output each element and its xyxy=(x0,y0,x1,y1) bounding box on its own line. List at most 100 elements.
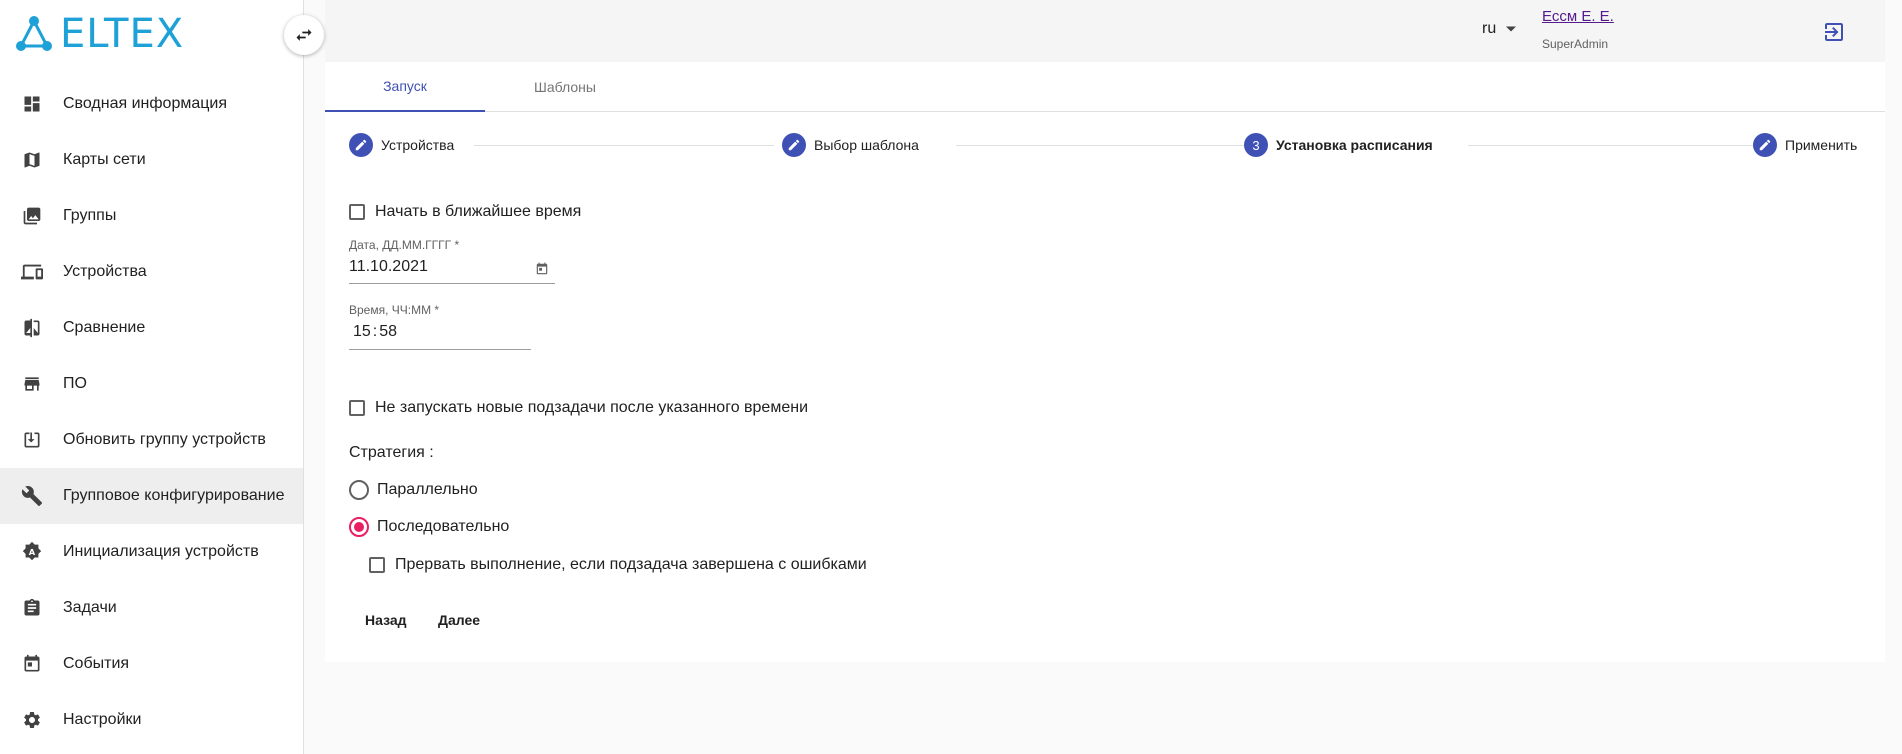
sidebar-item-label: Сводная информация xyxy=(63,95,227,112)
underline xyxy=(349,283,555,284)
checkbox-label: Прервать выполнение, если подзадача заве… xyxy=(395,556,867,573)
date-value[interactable]: 11.10.2021 xyxy=(349,258,555,276)
checkbox-label: Начать в ближайшее время xyxy=(375,203,582,220)
top-header: ru Ессм Е. Е. SuperAdmin xyxy=(325,0,1885,62)
wrench-icon xyxy=(20,484,44,508)
gear-icon xyxy=(20,708,44,732)
radio-label: Последовательно xyxy=(377,518,510,535)
checkbox-label: Не запускать новые подзадачи после указа… xyxy=(375,399,808,416)
edit-icon xyxy=(349,133,373,157)
sidebar-item-settings[interactable]: Настройки xyxy=(0,692,303,748)
step-devices[interactable]: Устройства xyxy=(349,133,455,157)
caret-down-icon xyxy=(1506,26,1517,32)
tab-bar: Запуск Шаблоны xyxy=(325,62,1885,112)
radio-circle-checked[interactable] xyxy=(349,517,369,537)
time-hours[interactable]: 15 xyxy=(353,323,371,340)
date-field[interactable]: Дата, ДД.ММ.ГГГГ * 11.10.2021 xyxy=(349,238,555,284)
sidebar-item-summary[interactable]: Сводная информация xyxy=(0,76,303,132)
sidebar-item-label: Сравнение xyxy=(63,319,146,336)
map-icon xyxy=(20,148,44,172)
download-box-icon xyxy=(20,428,44,452)
stepper: Устройства Выбор шаблона 3 Установка рас… xyxy=(349,133,1867,159)
event-icon xyxy=(20,652,44,676)
step-number: 3 xyxy=(1244,133,1268,157)
sidebar-item-label: Групповое конфигурирование xyxy=(63,487,285,504)
auto-badge-icon: A xyxy=(20,540,44,564)
sidebar-item-devices[interactable]: Устройства xyxy=(0,244,303,300)
brand-name: ELTEX xyxy=(60,11,185,57)
sidebar-item-label: Задачи xyxy=(63,599,117,616)
no-new-subtasks-checkbox[interactable]: Не запускать новые подзадачи после указа… xyxy=(349,399,808,417)
tab-launch[interactable]: Запуск xyxy=(325,62,485,112)
sidebar-item-tasks[interactable]: Задачи xyxy=(0,580,303,636)
stepper-connector xyxy=(474,145,774,146)
step-label: Установка расписания xyxy=(1276,137,1433,153)
time-minutes[interactable]: 58 xyxy=(379,323,397,340)
checkbox-box[interactable] xyxy=(369,557,385,573)
sidebar-item-label: Карты сети xyxy=(63,151,146,168)
time-label: Время, ЧЧ:ММ * xyxy=(349,303,440,317)
sidebar-item-network-maps[interactable]: Карты сети xyxy=(0,132,303,188)
eltex-logo[interactable]: ELTEX xyxy=(14,11,185,57)
logout-icon xyxy=(1825,23,1843,41)
assignment-icon xyxy=(20,596,44,620)
checkbox-box[interactable] xyxy=(349,204,365,220)
sidebar-item-label: События xyxy=(63,655,130,672)
tab-templates[interactable]: Шаблоны xyxy=(485,62,645,112)
language-select[interactable]: ru xyxy=(1482,20,1517,38)
user-role: SuperAdmin xyxy=(1542,37,1609,51)
sidebar-item-software[interactable]: ПО xyxy=(0,356,303,412)
time-value[interactable]: 15:58 xyxy=(349,323,531,341)
photo-library-icon xyxy=(20,204,44,228)
sidebar-item-label: Настройки xyxy=(63,711,142,728)
svg-text:A: A xyxy=(29,547,36,557)
strategy-sequential-radio[interactable]: Последовательно xyxy=(349,517,509,537)
language-value: ru xyxy=(1482,20,1497,37)
next-button[interactable]: Далее xyxy=(422,602,496,638)
edit-icon xyxy=(782,133,806,157)
eltex-logo-mark-icon xyxy=(16,16,52,51)
dashboard-icon xyxy=(20,92,44,116)
time-separator: : xyxy=(372,323,378,340)
stepper-connector xyxy=(956,145,1256,146)
date-label: Дата, ДД.ММ.ГГГГ * xyxy=(349,238,460,252)
sidebar-toggle-button[interactable] xyxy=(284,15,324,55)
logout-button[interactable] xyxy=(1822,20,1846,44)
group-config-card: Запуск Шаблоны Устройства Выбор шаблона … xyxy=(325,62,1885,662)
calendar-icon[interactable] xyxy=(535,262,549,276)
step-label: Устройства xyxy=(381,137,455,153)
user-name-link[interactable]: Ессм Е. Е. xyxy=(1542,8,1614,25)
step-apply[interactable]: Применить xyxy=(1753,133,1858,157)
sidebar-item-label: ПО xyxy=(63,375,87,392)
start-asap-checkbox[interactable]: Начать в ближайшее время xyxy=(349,203,581,221)
step-template-select[interactable]: Выбор шаблона xyxy=(782,133,919,157)
time-field[interactable]: Время, ЧЧ:ММ * 15:58 xyxy=(349,303,531,350)
sidebar-item-label: Устройства xyxy=(63,263,147,280)
sidebar-item-update-device-group[interactable]: Обновить группу устройств xyxy=(0,412,303,468)
checkbox-box[interactable] xyxy=(349,400,365,416)
radio-circle[interactable] xyxy=(349,480,369,500)
store-icon xyxy=(20,372,44,396)
compare-icon xyxy=(20,316,44,340)
sidebar: ELTEX Сводная информация Карты сети Груп… xyxy=(0,0,304,754)
radio-label: Параллельно xyxy=(377,481,478,498)
strategy-parallel-radio[interactable]: Параллельно xyxy=(349,480,478,500)
sidebar-item-groups[interactable]: Группы xyxy=(0,188,303,244)
sidebar-item-label: Инициализация устройств xyxy=(63,543,259,560)
sidebar-item-compare[interactable]: Сравнение xyxy=(0,300,303,356)
step-label: Применить xyxy=(1785,137,1858,153)
underline xyxy=(349,349,531,350)
abort-on-error-checkbox[interactable]: Прервать выполнение, если подзадача заве… xyxy=(369,556,867,574)
edit-icon xyxy=(1753,133,1777,157)
sidebar-item-label: Группы xyxy=(63,207,117,224)
sidebar-item-group-configuration[interactable]: Групповое конфигурирование xyxy=(0,468,303,524)
devices-icon xyxy=(20,260,44,284)
step-schedule[interactable]: 3 Установка расписания xyxy=(1244,133,1433,157)
swap-horiz-icon xyxy=(296,29,312,41)
sidebar-item-device-init[interactable]: A Инициализация устройств xyxy=(0,524,303,580)
sidebar-item-events[interactable]: События xyxy=(0,636,303,692)
back-button[interactable]: Назад xyxy=(349,602,423,638)
sidebar-item-label: Обновить группу устройств xyxy=(63,431,266,448)
step-label: Выбор шаблона xyxy=(814,137,919,153)
sidebar-nav: Сводная информация Карты сети Группы Уст… xyxy=(0,76,303,748)
